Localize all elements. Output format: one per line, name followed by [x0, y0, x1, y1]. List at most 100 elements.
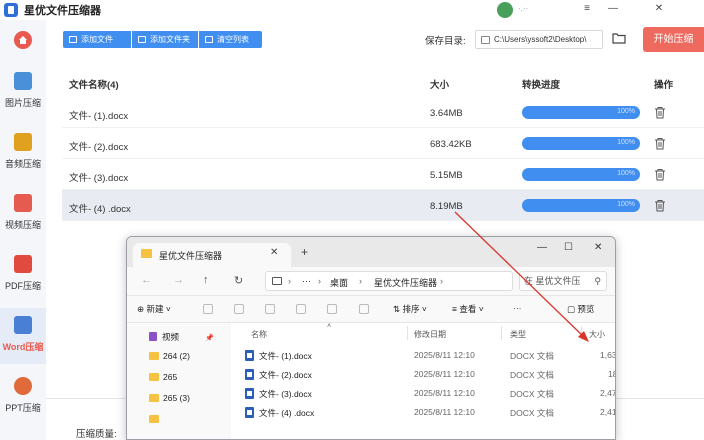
close-icon[interactable]: ✕: [651, 2, 667, 16]
delete-icon[interactable]: [654, 199, 666, 212]
up-icon[interactable]: ↑: [203, 274, 209, 286]
share-icon[interactable]: [327, 304, 337, 314]
word-doc-icon: [245, 388, 254, 399]
col-size[interactable]: 大小: [589, 329, 605, 340]
progress-text: 100%: [617, 139, 635, 146]
sidebar-item-label: Word压缩: [2, 342, 44, 352]
video-icon: [149, 332, 157, 341]
nav-item-label: 265: [163, 372, 178, 382]
sidebar-item-pdf[interactable]: PDF压缩: [0, 247, 46, 303]
tab-close-icon[interactable]: ✕: [270, 247, 278, 258]
table-row[interactable]: 文件- (2).docx 683.42KB 100%: [62, 128, 704, 159]
close-icon[interactable]: ✕: [594, 242, 602, 253]
app-title: 星优文件压缩器: [24, 5, 101, 17]
sort-button[interactable]: ⇅ 排序 ˅: [393, 303, 427, 315]
save-dir-input[interactable]: C:\Users\yssoft2\Desktop\: [475, 30, 603, 49]
table-row[interactable]: 文件- (3).docx 5.15MB 100%: [62, 159, 704, 190]
view-button[interactable]: ≡ 查看 ˅: [452, 303, 484, 315]
file-type: DOCX 文档: [510, 408, 554, 418]
file-row[interactable]: 文件- (2).docx 2025/8/11 12:10 DOCX 文档 18: [231, 365, 615, 384]
search-input[interactable]: 在 星优文件压 ⚲: [519, 271, 607, 291]
new-label: 新建: [146, 304, 164, 314]
breadcrumb-desktop[interactable]: 桌面: [330, 276, 348, 289]
file-name: 文件- (2).docx: [69, 142, 129, 153]
sidebar-item-video[interactable]: 视频压缩: [0, 186, 46, 242]
add-folder-label: 添加文件夹: [150, 35, 190, 44]
forward-icon[interactable]: →: [173, 274, 184, 286]
copy-icon[interactable]: [234, 304, 244, 314]
file-row[interactable]: 文件- (1).docx 2025/8/11 12:10 DOCX 文档 1,6…: [231, 346, 616, 365]
clear-list-button[interactable]: 清空列表: [199, 31, 262, 48]
address-bar[interactable]: › ··· › 桌面 › 星优文件压缩器 ›: [265, 271, 513, 291]
file-size: 683.42KB: [430, 139, 472, 150]
progress-bar: 100%: [522, 106, 640, 119]
file-size: 18: [608, 369, 615, 379]
delete-icon[interactable]: [654, 137, 666, 150]
nav-item-folder[interactable]: [149, 414, 163, 430]
nav-item-folder[interactable]: 265: [149, 372, 177, 388]
home-button[interactable]: [14, 31, 32, 49]
pdf-icon: [14, 255, 32, 273]
col-name[interactable]: 名称: [251, 329, 267, 340]
add-folder-button[interactable]: 添加文件夹: [132, 31, 198, 48]
file-list-header: 名称 ˄ 修改日期 类型 大小: [231, 323, 615, 343]
preview-button[interactable]: ▢ 预览: [567, 303, 594, 315]
folder-icon: [138, 36, 146, 43]
minimize-icon[interactable]: —: [537, 242, 547, 253]
user-avatar[interactable]: [497, 2, 513, 18]
more-icon[interactable]: ···: [302, 276, 311, 286]
clear-list-label: 清空列表: [217, 35, 249, 44]
new-button[interactable]: ⊕ 新建 ˅: [137, 303, 171, 315]
sort-label: 排序: [402, 304, 420, 314]
delete-icon[interactable]: [654, 106, 666, 119]
nav-item-videos[interactable]: 视频 📌: [149, 331, 214, 347]
open-folder-icon[interactable]: [612, 32, 626, 44]
nav-item-folder[interactable]: 264 (2): [149, 351, 190, 367]
file-name: 文件- (4) .docx: [69, 204, 131, 215]
sidebar-item-audio[interactable]: 音频压缩: [0, 125, 46, 181]
sidebar-item-word[interactable]: Word压缩: [0, 308, 46, 364]
explorer-tab[interactable]: 星优文件压缩器 ✕: [133, 243, 291, 267]
file-size: 1,63: [600, 350, 616, 360]
file-name: 文件- (1).docx: [69, 111, 129, 122]
col-modified[interactable]: 修改日期: [414, 329, 446, 340]
folder-icon: [149, 352, 159, 360]
col-name: 文件名称(4): [69, 80, 119, 91]
table-row[interactable]: 文件- (4) .docx 8.19MB 100%: [62, 190, 704, 221]
folder-icon: [141, 249, 152, 258]
progress-bar: 100%: [522, 199, 640, 212]
title-bar: 星优文件压缩器: [0, 0, 704, 20]
sidebar-item-label: 图片压缩: [4, 98, 41, 108]
delete-icon[interactable]: [654, 168, 666, 181]
add-file-button[interactable]: 添加文件: [63, 31, 131, 48]
back-icon[interactable]: ←: [141, 274, 152, 286]
nav-item-label: 视频: [162, 332, 180, 342]
folder-icon: [149, 415, 159, 423]
cut-icon[interactable]: [203, 304, 213, 314]
file-modified: 2025/8/11 12:10: [414, 350, 475, 360]
maximize-icon[interactable]: ☐: [564, 242, 573, 253]
col-type[interactable]: 类型: [510, 329, 526, 340]
sidebar-item-ppt[interactable]: PPT压缩: [0, 369, 46, 425]
table-row[interactable]: 文件- (1).docx 3.64MB 100%: [62, 97, 704, 128]
table-header: 文件名称(4) 大小 转换进度 操作: [62, 70, 704, 96]
minimize-icon[interactable]: —: [605, 2, 621, 16]
menu-icon[interactable]: ≡: [579, 2, 595, 16]
explorer-command-bar: ⊕ 新建 ˅ ⇅ 排序 ˅ ≡ 查看 ˅ ··· ▢ 预览: [127, 295, 615, 323]
explorer-file-list: 名称 ˄ 修改日期 类型 大小 文件- (1).docx 2025/8/11 1…: [231, 323, 616, 439]
refresh-icon[interactable]: ↻: [234, 274, 243, 287]
new-tab-icon[interactable]: +: [301, 245, 308, 259]
search-placeholder: 在 星优文件压: [524, 276, 581, 286]
sidebar-item-image[interactable]: 图片压缩: [0, 64, 46, 120]
nav-item-folder[interactable]: 265 (3): [149, 393, 190, 409]
paste-icon[interactable]: [265, 304, 275, 314]
delete-icon[interactable]: [359, 304, 369, 314]
start-compress-button[interactable]: 开始压缩: [643, 27, 704, 52]
file-name: 文件- (1).docx: [259, 351, 312, 361]
rename-icon[interactable]: [296, 304, 306, 314]
file-row[interactable]: 文件- (4) .docx 2025/8/11 12:10 DOCX 文档 2,…: [231, 403, 615, 422]
file-row[interactable]: 文件- (3).docx 2025/8/11 12:10 DOCX 文档 2,4…: [231, 384, 615, 403]
sidebar-item-label: 视频压缩: [4, 220, 41, 230]
more-button[interactable]: ···: [513, 303, 522, 313]
breadcrumb-folder[interactable]: 星优文件压缩器: [374, 276, 437, 289]
